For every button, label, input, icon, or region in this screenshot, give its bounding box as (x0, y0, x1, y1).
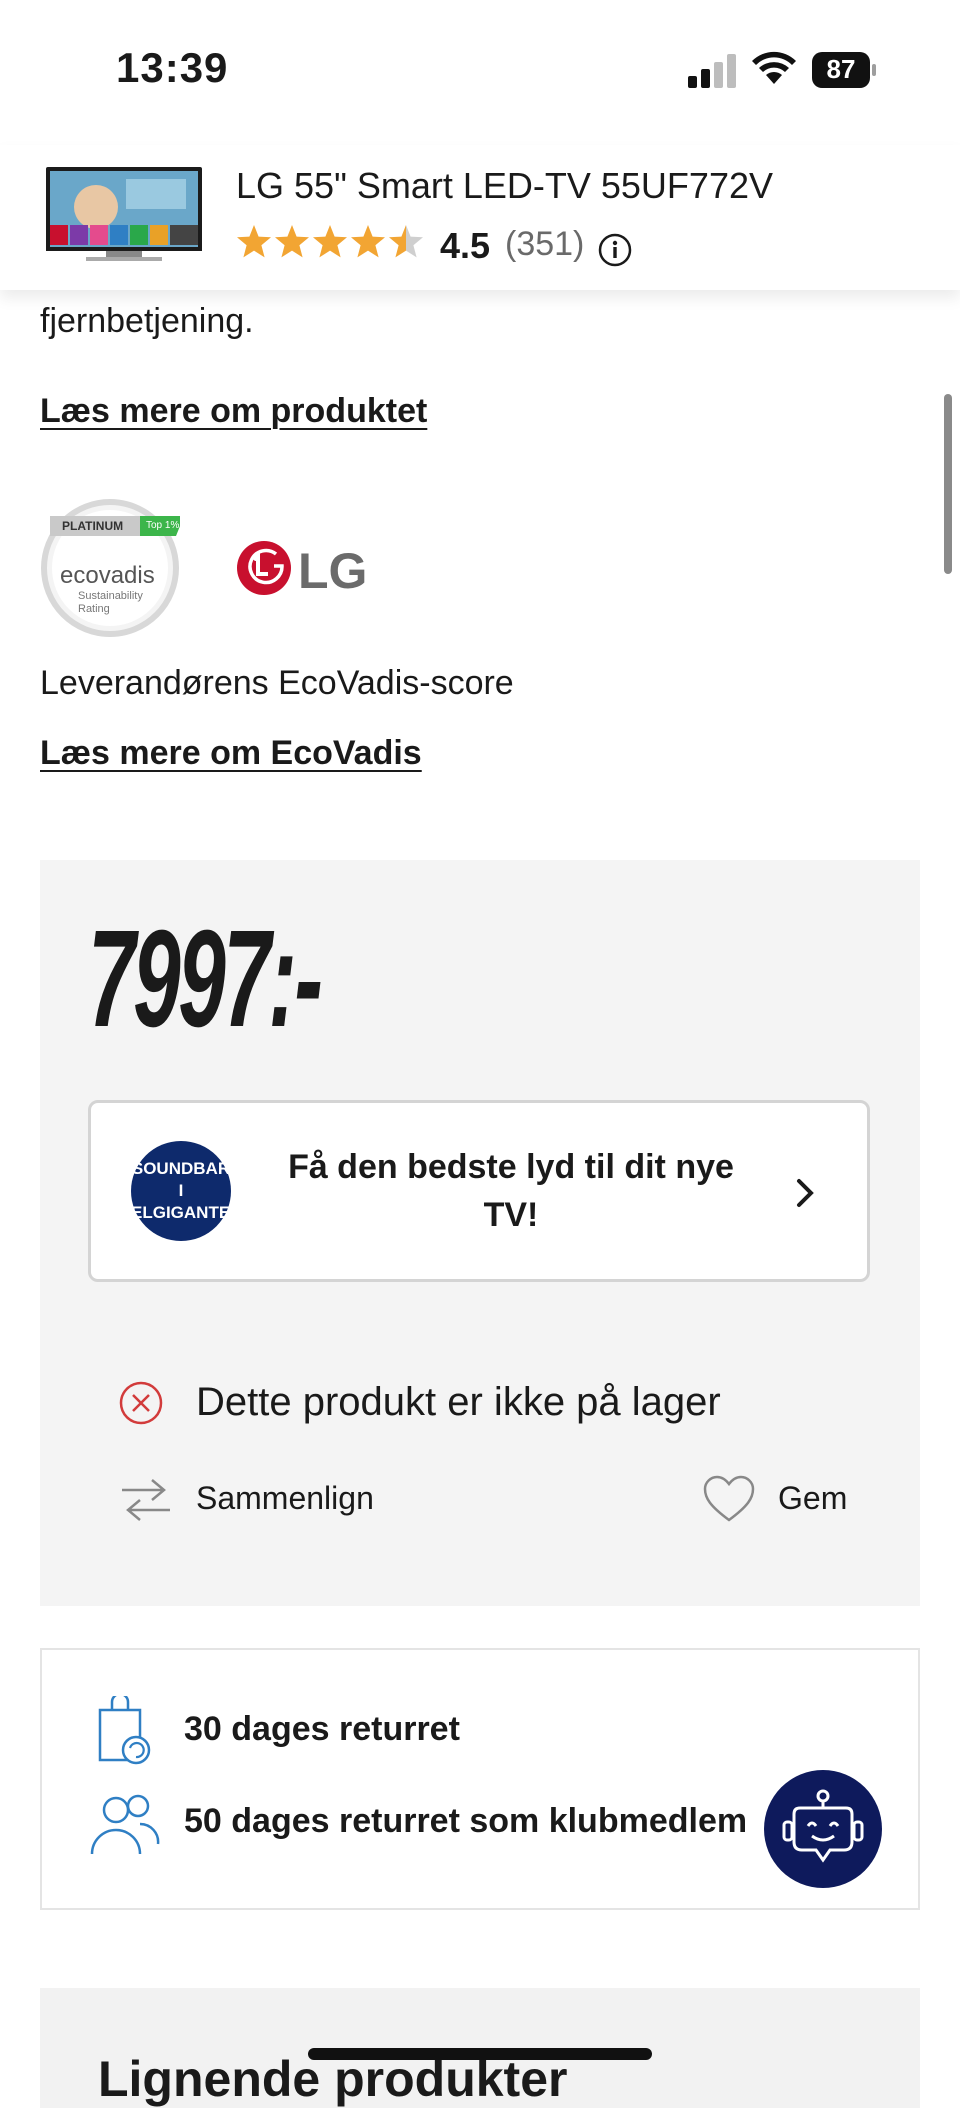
cellular-signal-icon (688, 54, 736, 88)
status-time: 13:39 (116, 44, 229, 91)
compare-icon[interactable] (118, 1472, 174, 1528)
review-count[interactable]: (351) (505, 225, 584, 264)
sticky-product-header[interactable]: LG 55" Smart LED-TV 55UF772V 4.5 (351) (0, 145, 960, 290)
product-thumbnail[interactable] (46, 167, 202, 263)
ecovadis-score-label: Leverandørens EcoVadis-score (40, 664, 514, 702)
soundbar-logo-line1: SOUNDBAR I (131, 1159, 231, 1200)
rating-value: 4.5 (440, 225, 491, 266)
lg-logo-text: LG (298, 543, 368, 599)
rating-stars (237, 225, 423, 258)
chatbot-button[interactable] (764, 1770, 882, 1888)
robot-icon (782, 1789, 864, 1863)
home-indicator[interactable] (308, 2048, 652, 2060)
ecovadis-top: Top 1% (146, 520, 180, 531)
compare-button[interactable]: Sammenlign (196, 1480, 374, 1517)
ecovadis-sub1: Sustainability (78, 590, 143, 602)
heart-icon[interactable] (702, 1474, 756, 1526)
info-icon[interactable] (598, 233, 632, 267)
return-policy-50: 50 dages returret som klubmedlem (184, 1802, 748, 1840)
read-more-ecovadis-link[interactable]: Læs mere om EcoVadis (40, 734, 422, 773)
stock-status: Dette produkt er ikke på lager (196, 1380, 721, 1424)
return-bag-icon (98, 1696, 151, 1765)
read-more-product-link[interactable]: Læs mere om produktet (40, 392, 427, 431)
club-members-icon (90, 1794, 160, 1855)
description-text: fjernbetjening. (40, 302, 254, 340)
chevron-right-icon (797, 1179, 814, 1207)
lg-brand-logo: LG (236, 538, 368, 599)
soundbar-promo-banner[interactable]: SOUNDBAR I ELGIGANTEN Få den bedste lyd … (88, 1100, 870, 1282)
ecovadis-wordmark: ecovadis (60, 562, 155, 589)
save-button[interactable]: Gem (778, 1480, 847, 1517)
promo-text: Få den bedste lyd til dit nye TV! (288, 1148, 734, 1234)
ecovadis-badge: PLATINUM Top 1% ecovadis Sustainability … (40, 498, 184, 638)
product-price: 7997:- (88, 902, 323, 1056)
return-policy-30: 30 dages returret (184, 1710, 460, 1748)
wifi-icon (752, 51, 796, 84)
ecovadis-sub2: Rating (78, 603, 110, 615)
soundbar-logo: SOUNDBAR I ELGIGANTEN (131, 1141, 243, 1241)
out-of-stock-icon (119, 1381, 163, 1425)
ecovadis-tier: PLATINUM (62, 519, 124, 533)
scrollbar[interactable] (944, 394, 952, 574)
battery-icon: 87 (812, 52, 876, 88)
battery-level: 87 (826, 54, 856, 84)
product-title: LG 55" Smart LED-TV 55UF772V (236, 165, 773, 206)
soundbar-logo-line2: ELGIGANTEN (131, 1203, 243, 1222)
